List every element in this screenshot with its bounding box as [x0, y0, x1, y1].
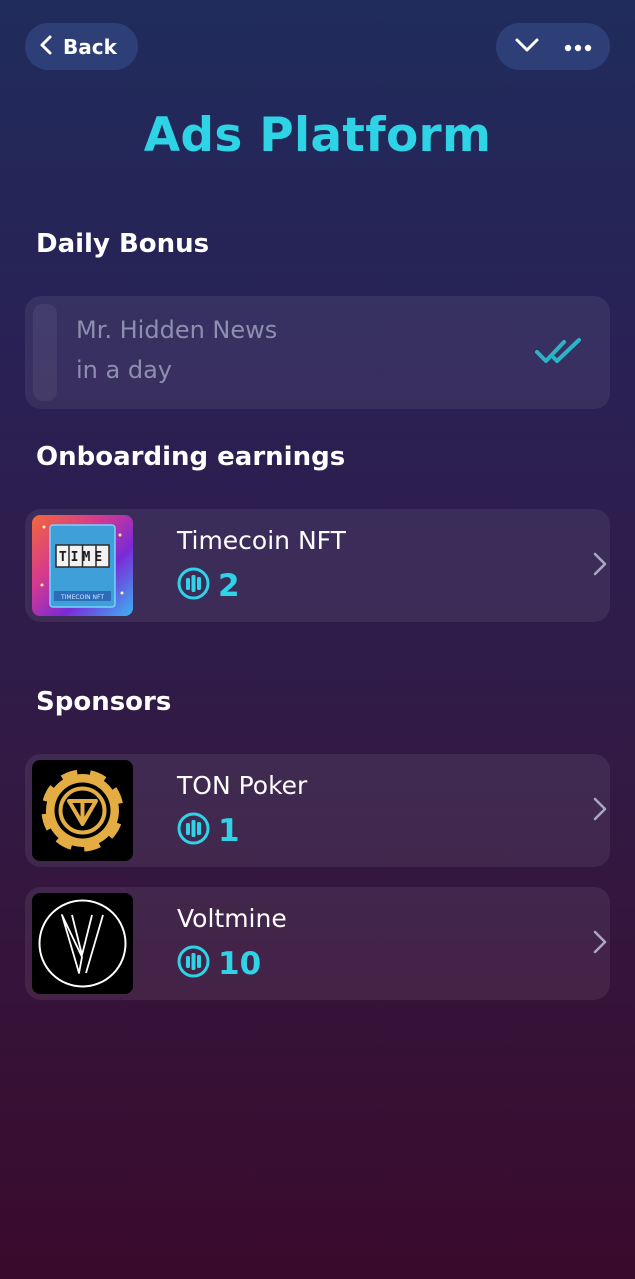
item-name: Timecoin NFT: [177, 526, 346, 555]
reward: 2: [177, 567, 240, 604]
voltmine-logo: [32, 893, 133, 994]
reward-value: 1: [218, 812, 240, 849]
back-button[interactable]: Back: [25, 23, 138, 70]
daily-bonus-name: Mr. Hidden News: [76, 316, 278, 344]
chevron-right-icon: [592, 929, 608, 959]
daily-bonus-heading: Daily Bonus: [36, 229, 210, 259]
double-check-icon: [534, 336, 584, 372]
onboarding-heading: Onboarding earnings: [36, 442, 346, 472]
timecoin-thumb-caption: TIMECOIN NFT: [60, 594, 104, 601]
coin-icon: [177, 945, 210, 982]
more-options-icon[interactable]: [564, 37, 592, 56]
reward-value: 2: [218, 567, 240, 604]
back-label: Back: [63, 34, 117, 59]
chevron-down-icon[interactable]: [514, 36, 540, 58]
coin-icon: [177, 812, 210, 849]
daily-bonus-status: in a day: [76, 356, 172, 384]
timecoin-thumb-text: TIME: [59, 550, 106, 565]
chevron-right-icon: [592, 796, 608, 826]
page-title: Ads Platform: [143, 108, 492, 163]
chevron-left-icon: [39, 35, 53, 59]
list-item-timecoin-nft[interactable]: TIME TIMECOIN NFT Timecoin NFT 2: [25, 509, 610, 622]
item-name: Voltmine: [177, 904, 287, 933]
reward: 1: [177, 812, 240, 849]
thumbnail-placeholder: [33, 304, 57, 401]
reward-value: 10: [218, 945, 262, 982]
window-controls: [496, 23, 610, 70]
chevron-right-icon: [592, 551, 608, 581]
ton-poker-logo: [32, 760, 133, 861]
daily-bonus-card[interactable]: [25, 296, 610, 409]
list-item-ton-poker[interactable]: TON Poker 1: [25, 754, 610, 867]
list-item-voltmine[interactable]: Voltmine 10: [25, 887, 610, 1000]
item-name: TON Poker: [177, 771, 308, 800]
coin-icon: [177, 567, 210, 604]
timecoin-nft-logo: TIME TIMECOIN NFT: [32, 515, 133, 616]
reward: 10: [177, 945, 261, 982]
sponsors-heading: Sponsors: [36, 687, 172, 717]
